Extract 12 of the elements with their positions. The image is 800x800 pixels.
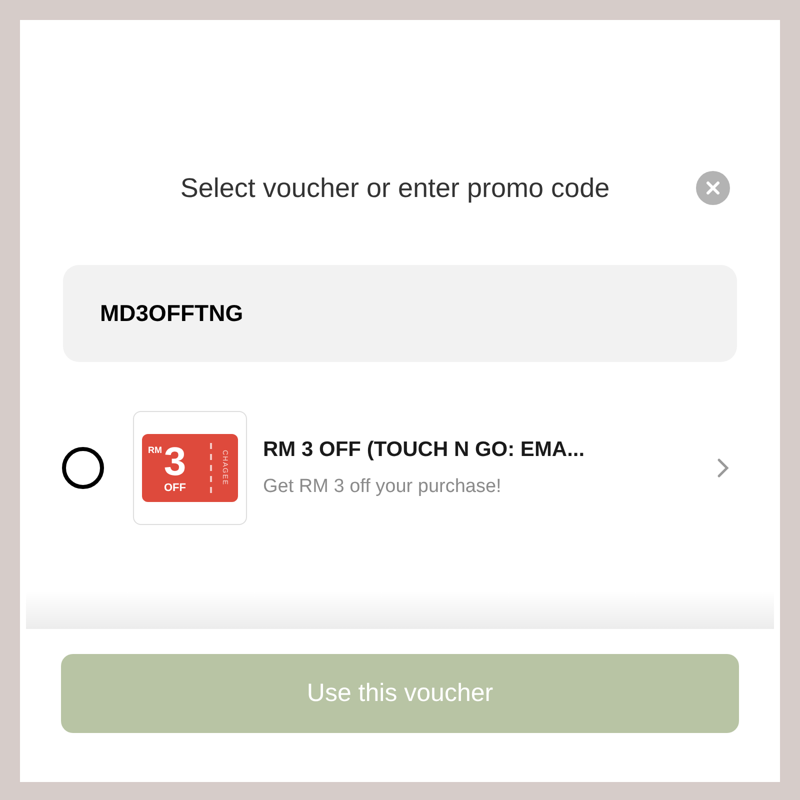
chevron-right-icon[interactable] xyxy=(716,456,730,478)
close-icon xyxy=(706,181,720,195)
voucher-title: RM 3 OFF (TOUCH N GO: EMA... xyxy=(263,436,586,462)
amount-label: 3 xyxy=(164,442,186,482)
promo-code-field[interactable]: MD3OFFTNG xyxy=(63,265,737,362)
voucher-description: Get RM 3 off your purchase! xyxy=(263,475,502,499)
close-button[interactable] xyxy=(696,171,730,205)
promo-code-input[interactable]: MD3OFFTNG xyxy=(100,296,700,331)
dialog-title: Select voucher or enter promo code xyxy=(180,172,610,205)
currency-label: RM xyxy=(148,444,162,456)
radio-button[interactable] xyxy=(62,446,104,488)
off-label: OFF xyxy=(164,482,186,494)
